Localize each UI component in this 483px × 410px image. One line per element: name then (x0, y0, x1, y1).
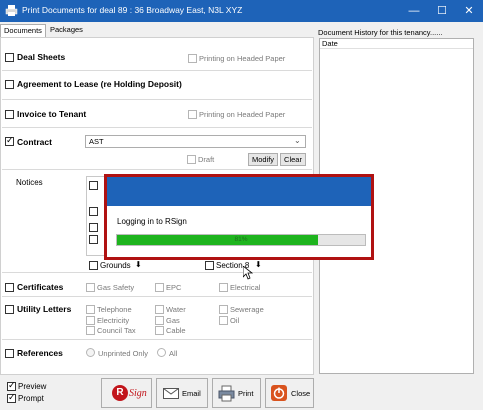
agreement-label: Agreement to Lease (re Holding Deposit) (17, 79, 182, 89)
notice-checkbox[interactable] (89, 181, 98, 190)
printer-icon (218, 385, 235, 402)
close-button[interactable]: Close (265, 378, 314, 408)
dialog-message: Logging in to RSign (117, 217, 187, 226)
all-radio[interactable] (157, 348, 166, 357)
power-icon (271, 385, 287, 401)
references-label: References (17, 348, 63, 358)
contract-type-select[interactable]: AST ⌄ (85, 135, 306, 148)
tab-documents[interactable]: Documents (0, 24, 46, 38)
history-header: Document History for this tenancy...... (318, 28, 443, 37)
water-checkbox[interactable] (155, 305, 164, 314)
draft-checkbox[interactable] (187, 155, 196, 164)
notice-checkbox[interactable] (89, 223, 98, 232)
tab-packages[interactable]: Packages (47, 24, 86, 38)
gas-label: Gas (166, 316, 180, 325)
electrical-checkbox[interactable] (219, 283, 228, 292)
deal-sheets-headed-paper-checkbox[interactable] (188, 54, 197, 63)
grounds-checkbox[interactable] (89, 261, 98, 270)
gas-safety-checkbox[interactable] (86, 283, 95, 292)
grounds-download-icon[interactable]: ⬇ (135, 260, 142, 269)
water-label: Water (166, 305, 186, 314)
progress-bar: 81% (116, 234, 366, 246)
gas-safety-label: Gas Safety (97, 283, 135, 292)
preview-label: Preview (18, 382, 47, 391)
prompt-label: Prompt (18, 394, 44, 403)
certificates-label: Certificates (17, 282, 64, 292)
electrical-label: Electrical (230, 283, 261, 292)
telephone-label: Telephone (97, 305, 132, 314)
notices-list[interactable] (86, 176, 106, 256)
gas-checkbox[interactable] (155, 316, 164, 325)
utility-letters-checkbox[interactable] (5, 305, 14, 314)
envelope-icon (163, 388, 179, 399)
notices-label: Notices (16, 178, 43, 187)
grounds-label: Grounds (100, 261, 131, 270)
title-bar: Print Documents for deal 89 : 36 Broadwa… (0, 0, 483, 22)
invoice-headed-paper-checkbox[interactable] (188, 110, 197, 119)
email-label: Email (182, 389, 201, 398)
rsign-logo: R (112, 385, 128, 401)
invoice-checkbox[interactable] (5, 110, 14, 119)
invoice-headed-paper-label: Printing on Headed Paper (199, 110, 286, 119)
unprinted-only-radio[interactable] (86, 348, 95, 357)
deal-sheets-headed-paper-label: Printing on Headed Paper (199, 54, 286, 63)
window-title: Print Documents for deal 89 : 36 Broadwa… (22, 5, 243, 15)
section8-download-icon[interactable]: ⬇ (255, 260, 262, 269)
deal-sheets-checkbox[interactable] (5, 53, 14, 62)
contract-label: Contract (17, 137, 52, 147)
telephone-checkbox[interactable] (86, 305, 95, 314)
minimize-button[interactable]: — (400, 0, 428, 22)
print-label: Print (238, 389, 254, 398)
cable-label: Cable (166, 326, 186, 335)
close-window-button[interactable]: ✕ (455, 0, 483, 22)
contract-checkbox[interactable] (5, 135, 14, 146)
oil-checkbox[interactable] (219, 316, 228, 325)
oil-label: Oil (230, 316, 240, 325)
progress-text: 81% (234, 236, 248, 243)
sewerage-label: Sewerage (230, 305, 264, 314)
preview-checkbox[interactable] (7, 380, 16, 391)
council-tax-checkbox[interactable] (86, 326, 95, 335)
references-checkbox[interactable] (5, 349, 14, 358)
prompt-checkbox[interactable] (7, 392, 16, 403)
council-tax-label: Council Tax (97, 326, 136, 335)
deal-sheets-label: Deal Sheets (17, 52, 66, 62)
print-button[interactable]: Print (212, 378, 261, 408)
epc-label: EPC (166, 283, 182, 292)
all-label: All (169, 349, 178, 358)
mouse-cursor-icon (243, 266, 253, 280)
sewerage-checkbox[interactable] (219, 305, 228, 314)
clear-button[interactable]: Clear (280, 153, 306, 166)
close-label: Close (291, 389, 311, 398)
epc-checkbox[interactable] (155, 283, 164, 292)
utility-letters-label: Utility Letters (17, 304, 72, 314)
notice-checkbox[interactable] (89, 235, 98, 244)
unprinted-only-label: Unprinted Only (98, 349, 149, 358)
electricity-checkbox[interactable] (86, 316, 95, 325)
cable-checkbox[interactable] (155, 326, 164, 335)
printer-icon (5, 5, 18, 16)
dialog-header (107, 177, 371, 206)
email-button[interactable]: Email (156, 378, 208, 408)
rsign-button[interactable]: R Sign (101, 378, 152, 408)
draft-label: Draft (198, 155, 215, 164)
invoice-label: Invoice to Tenant (17, 109, 87, 119)
electricity-label: Electricity (97, 316, 130, 325)
rsign-login-dialog: Logging in to RSign 81% (104, 174, 374, 260)
maximize-button[interactable]: ☐ (428, 0, 456, 22)
section8-checkbox[interactable] (205, 261, 214, 270)
chevron-down-icon: ⌄ (294, 136, 301, 145)
agreement-checkbox[interactable] (5, 80, 14, 89)
rsign-label: Sign (129, 388, 147, 399)
certificates-checkbox[interactable] (5, 283, 14, 292)
notice-checkbox[interactable] (89, 207, 98, 216)
history-date-column[interactable]: Date (320, 39, 473, 49)
contract-type-value: AST (89, 137, 104, 146)
modify-button[interactable]: Modify (248, 153, 278, 166)
